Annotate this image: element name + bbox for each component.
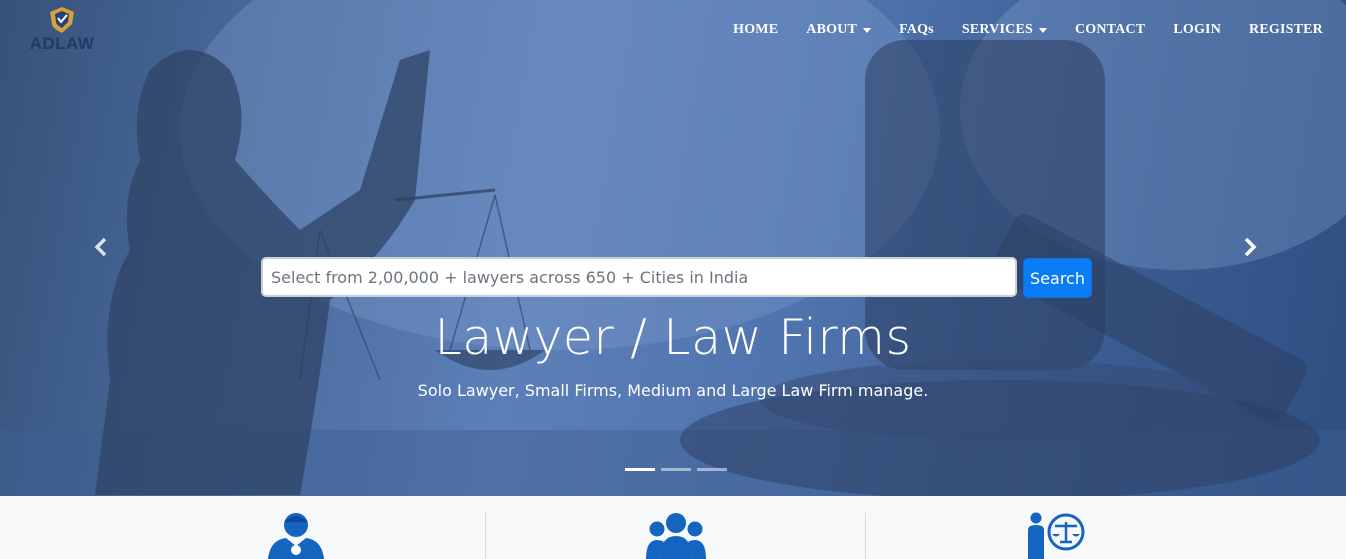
carousel-indicator-3[interactable] xyxy=(697,468,727,471)
hero-background-image xyxy=(0,0,1346,496)
carousel-indicator-1[interactable] xyxy=(625,468,655,471)
main-navigation: HOME ABOUT FAQs SERVICES CONTACT LOGIN R… xyxy=(719,20,1323,40)
chevron-right-icon xyxy=(1244,237,1257,257)
lawyer-search-input[interactable] xyxy=(261,257,1017,297)
nav-login[interactable]: LOGIN xyxy=(1159,20,1235,40)
lawyer-user-icon xyxy=(268,513,324,559)
carousel-indicators xyxy=(625,468,727,471)
brand-logo[interactable]: ADLAW xyxy=(22,6,102,54)
caret-down-icon xyxy=(1038,27,1047,33)
shield-logo-icon xyxy=(50,7,74,33)
carousel-indicator-2[interactable] xyxy=(661,468,691,471)
lawyer-scales-icon xyxy=(1028,512,1085,559)
chevron-left-icon xyxy=(94,237,107,257)
brand-name: ADLAW xyxy=(29,34,95,53)
search-button[interactable]: Search xyxy=(1023,258,1092,298)
nav-home[interactable]: HOME xyxy=(719,20,792,40)
features-strip xyxy=(0,496,1346,559)
feature-divider xyxy=(485,513,486,559)
feature-divider xyxy=(865,513,866,559)
nav-faqs[interactable]: FAQs xyxy=(885,20,948,40)
nav-contact[interactable]: CONTACT xyxy=(1061,20,1159,40)
group-users-icon xyxy=(646,513,706,559)
nav-about[interactable]: ABOUT xyxy=(792,20,885,40)
nav-register[interactable]: REGISTER xyxy=(1235,20,1323,40)
hero-title: Lawyer / Law Firms xyxy=(434,309,912,366)
carousel-prev-button[interactable] xyxy=(90,236,112,258)
caret-down-icon xyxy=(863,27,872,33)
hero-subtitle: Solo Lawyer, Small Firms, Medium and Lar… xyxy=(417,381,929,400)
nav-services[interactable]: SERVICES xyxy=(948,20,1061,40)
hero-carousel: ADLAW HOME ABOUT FAQs SERVICES CONTACT L… xyxy=(0,0,1346,496)
carousel-next-button[interactable] xyxy=(1239,236,1261,258)
